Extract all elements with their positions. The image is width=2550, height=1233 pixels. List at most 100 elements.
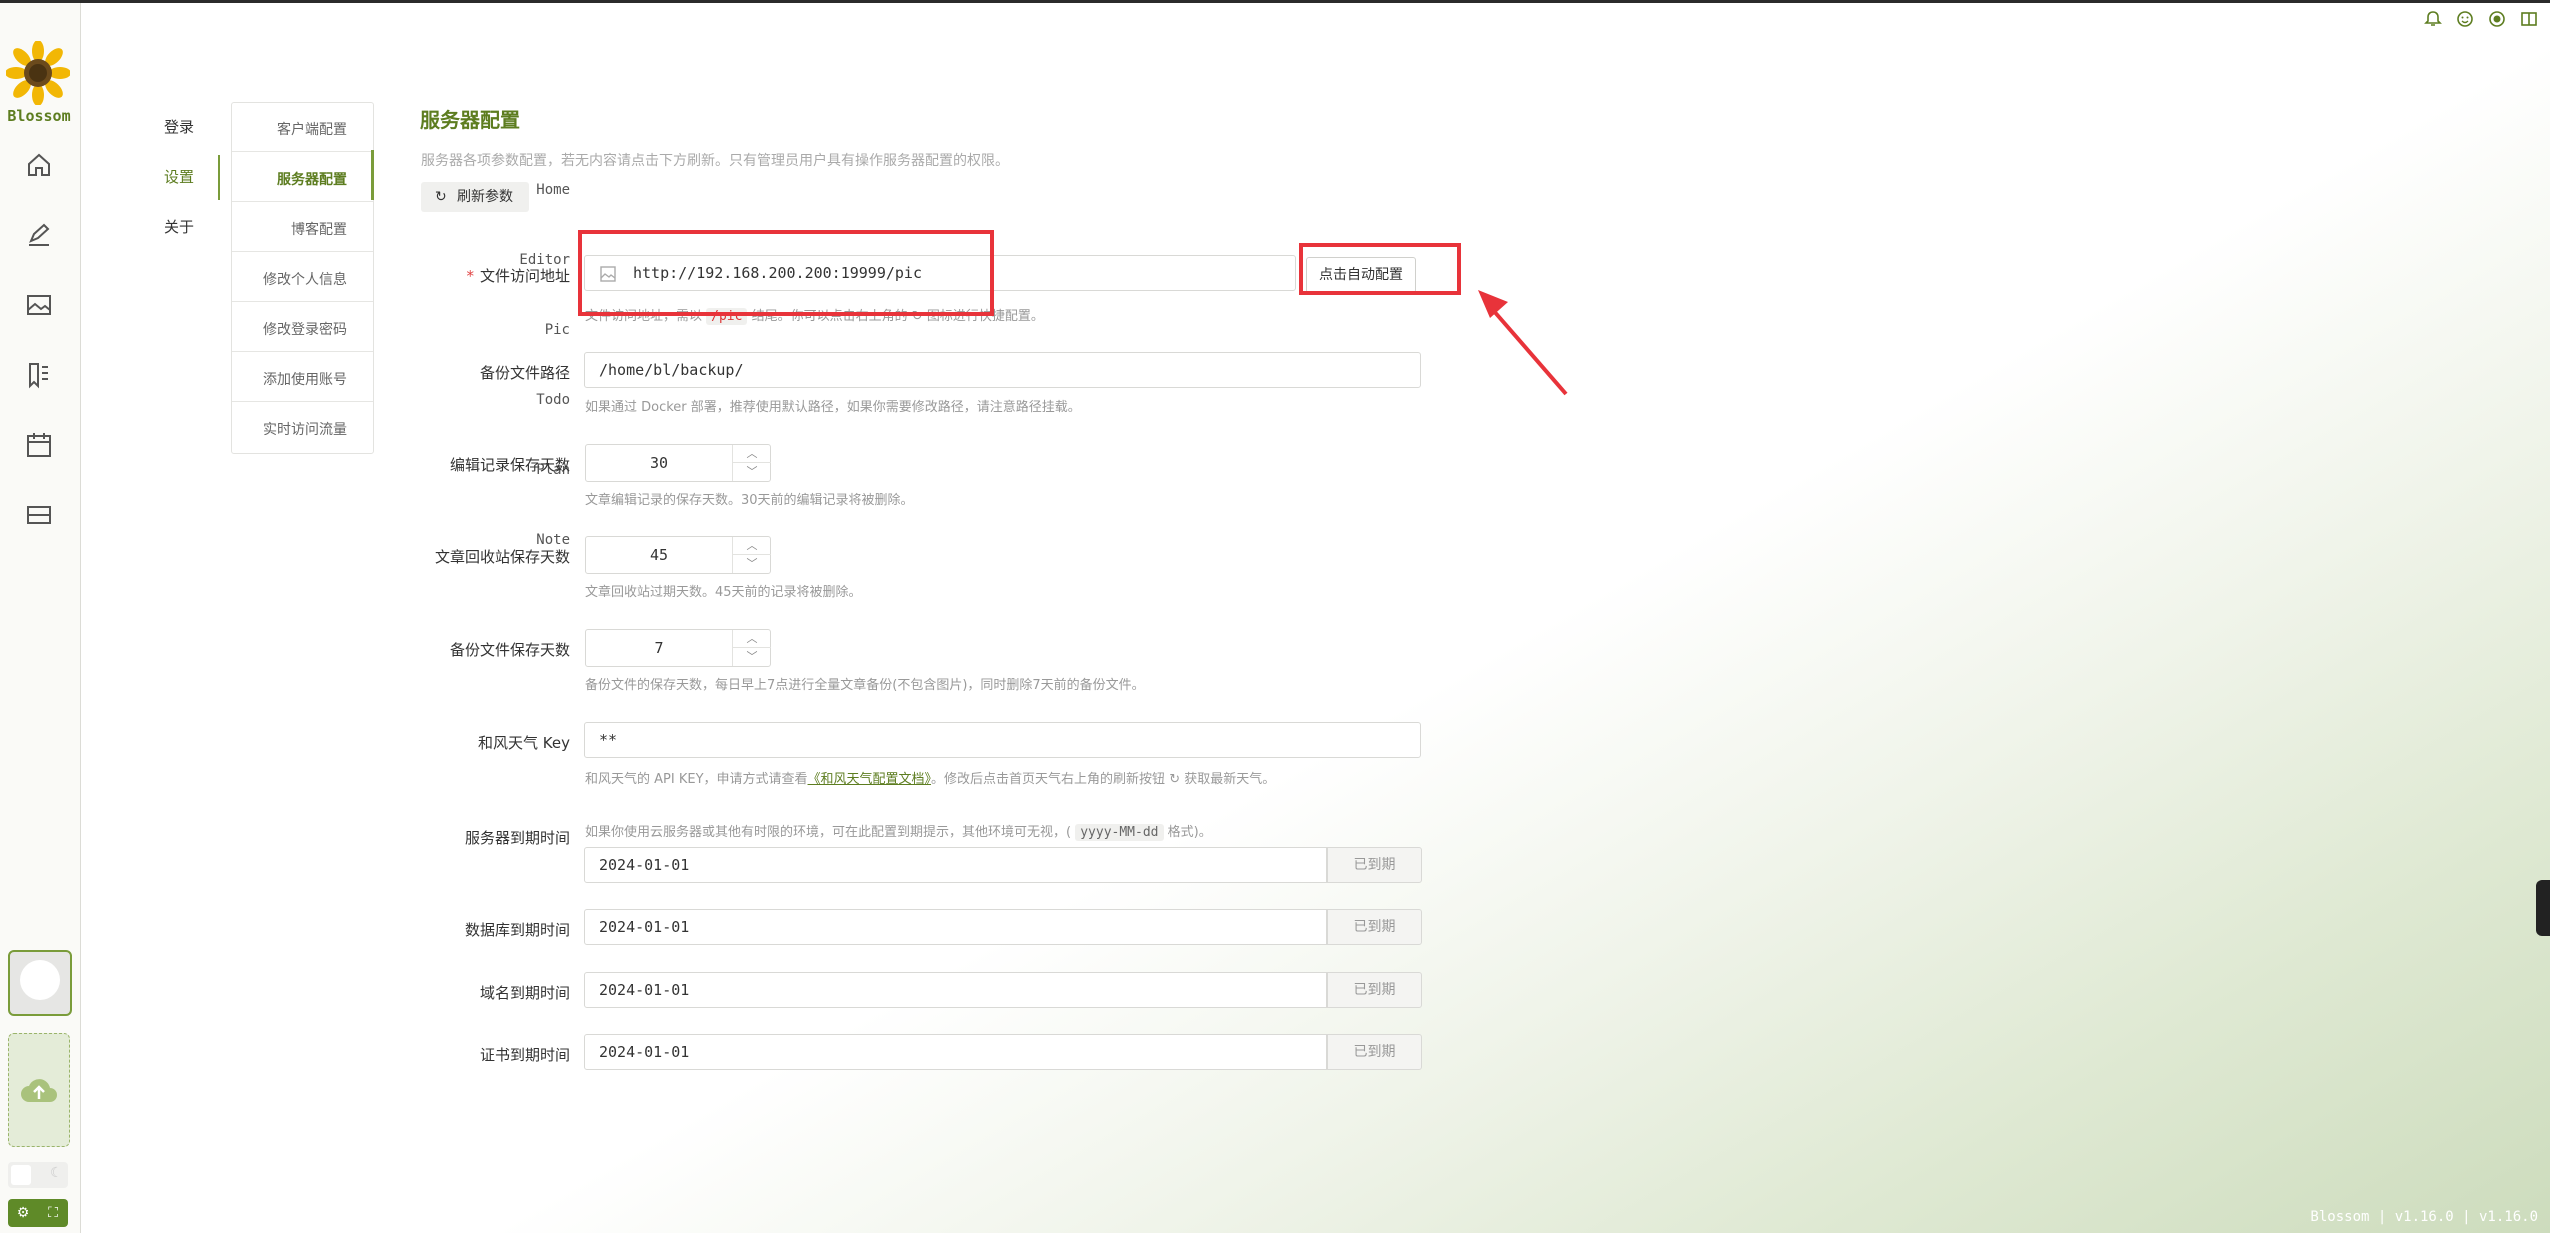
menu2-divider — [232, 351, 373, 352]
menu2-realtime-traffic[interactable]: 实时访问流量 — [263, 419, 347, 439]
backup-days-value: 7 — [654, 639, 664, 657]
server-expire-hint-a: 如果你使用云服务器或其他有时限的环境，可在此配置到期提示，其他环境可无视，( — [585, 825, 1072, 840]
cert-expire-status: 已到期 — [1327, 1034, 1422, 1070]
menu2-edit-profile[interactable]: 修改个人信息 — [263, 269, 347, 289]
weather-key-hint-b: 。修改后点击首页天气右上角的刷新按钮 — [931, 772, 1166, 787]
menu2-divider — [232, 301, 373, 302]
crop-icon[interactable]: ⛶ — [38, 1199, 68, 1227]
server-expire-hint: 如果你使用云服务器或其他有时限的环境，可在此配置到期提示，其他环境可无视，( y… — [585, 821, 1212, 841]
db-expire-input[interactable]: 2024-01-01 — [584, 909, 1327, 945]
stepper-arrows: ︿ ﹀ — [732, 630, 771, 666]
theme-toggle[interactable]: ☾ — [8, 1162, 68, 1188]
menu2-divider — [232, 151, 373, 152]
refresh-params-label: 刷新参数 — [457, 189, 513, 205]
settings-secondary-menu: 客户端配置 服务器配置 博客配置 修改个人信息 修改登录密码 添加使用账号 实时… — [231, 102, 374, 454]
page-description: 服务器各项参数配置，若无内容请点击下方刷新。只有管理员用户具有操作服务器配置的权… — [421, 153, 1009, 169]
record-icon[interactable] — [2488, 10, 2506, 28]
brand-name: Blossom — [7, 107, 71, 125]
weather-key-hint: 和风天气的 API KEY，申请方式请查看《和风天气配置文档》。修改后点击首页天… — [585, 768, 1275, 787]
menu2-divider — [232, 251, 373, 252]
weather-doc-link[interactable]: 《和风天气配置文档》 — [808, 772, 932, 787]
menu2-server-config[interactable]: 服务器配置 — [277, 169, 347, 189]
menu1-login[interactable]: 登录 — [164, 116, 194, 137]
recycle-days-stepper[interactable]: 45 ︿ ﹀ — [585, 536, 771, 574]
menu1-about[interactable]: 关于 — [164, 216, 194, 237]
domain-expire-input[interactable]: 2024-01-01 — [584, 972, 1327, 1008]
nav-pic[interactable]: Pic — [0, 291, 570, 338]
nav-editor[interactable]: Editor — [0, 221, 570, 268]
server-expire-status: 已到期 — [1327, 847, 1422, 883]
stepper-arrows: ︿ ﹀ — [732, 445, 771, 481]
cloud-upload-icon — [21, 1079, 57, 1102]
editor-icon — [29, 223, 50, 246]
required-marker: * — [466, 267, 474, 285]
smile-icon[interactable] — [2456, 10, 2474, 28]
book-icon[interactable] — [2520, 10, 2538, 28]
menu2-change-password[interactable]: 修改登录密码 — [263, 319, 347, 339]
increment-icon[interactable]: ︿ — [733, 537, 771, 555]
annotation-arrow-icon — [1478, 290, 1568, 396]
decrement-icon[interactable]: ﹀ — [733, 555, 771, 573]
file-url-label-text: 文件访问地址 — [479, 267, 570, 285]
backup-path-hint: 如果通过 Docker 部署，推荐使用默认路径，如果你需要修改路径，请注意路径挂… — [585, 400, 1081, 415]
stepper-arrows: ︿ ﹀ — [732, 537, 771, 573]
side-drawer-handle[interactable] — [2536, 880, 2550, 936]
increment-icon[interactable]: ︿ — [733, 445, 771, 463]
menu2-divider — [232, 401, 373, 402]
increment-icon[interactable]: ︿ — [733, 630, 771, 648]
recycle-days-hint: 文章回收站过期天数。45天前的记录将被删除。 — [585, 585, 862, 600]
todo-icon — [29, 363, 48, 389]
refresh-icon: ↻ — [435, 189, 447, 205]
db-expire-label: 数据库到期时间 — [464, 921, 570, 939]
backup-path-label: 备份文件路径 — [479, 364, 570, 382]
upload-dropzone[interactable] — [8, 1033, 70, 1147]
weather-key-hint-c: 获取最新天气。 — [1184, 772, 1276, 787]
decrement-icon[interactable]: ﹀ — [733, 463, 771, 481]
recycle-days-value: 45 — [649, 546, 669, 564]
menu2-blog-config[interactable]: 博客配置 — [291, 219, 347, 239]
file-url-label: * 文件访问地址 — [420, 265, 570, 286]
decrement-icon[interactable]: ﹀ — [733, 648, 771, 666]
left-navigation-rail: Blossom Home Editor Pic Todo Plan Note ☾… — [0, 3, 570, 1233]
refresh-params-button[interactable]: ↻ 刷新参数 — [421, 182, 529, 212]
rail-bottom-buttons: ⚙ ⛶ — [8, 1199, 68, 1227]
weather-key-hint-a: 和风天气的 API KEY，申请方式请查看 — [585, 772, 808, 787]
domain-expire-label: 域名到期时间 — [479, 984, 570, 1002]
bell-icon[interactable] — [2424, 10, 2442, 28]
cert-expire-input[interactable]: 2024-01-01 — [584, 1034, 1327, 1070]
menu2-client-config[interactable]: 客户端配置 — [277, 119, 347, 139]
annotation-box-url — [578, 230, 994, 316]
toggle-knob — [11, 1165, 31, 1185]
nav-home[interactable]: Home — [0, 151, 570, 198]
home-icon — [28, 153, 50, 176]
server-expire-label: 服务器到期时间 — [464, 829, 570, 847]
backup-path-input[interactable]: /home/bl/backup/ — [584, 352, 1421, 388]
window-top-border — [0, 0, 2550, 3]
weather-key-input[interactable]: ** — [584, 722, 1421, 758]
db-expire-status: 已到期 — [1327, 909, 1422, 945]
menu2-divider — [232, 201, 373, 202]
nav-note[interactable]: Note — [0, 501, 570, 548]
version-footer: Blossom | v1.16.0 | v1.16.0 — [2310, 1209, 2538, 1225]
nav-pic-label: Pic — [544, 322, 570, 338]
backup-days-label: 备份文件保存天数 — [449, 641, 570, 659]
nav-todo[interactable]: Todo — [0, 361, 570, 408]
cert-expire-label: 证书到期时间 — [479, 1046, 570, 1064]
picture-icon — [27, 295, 51, 315]
weather-key-label: 和风天气 Key — [478, 734, 570, 752]
server-expire-input[interactable]: 2024-01-01 — [584, 847, 1327, 883]
sunflower-logo-icon — [5, 40, 71, 106]
calendar-icon — [27, 433, 51, 457]
note-icon — [27, 506, 51, 524]
settings-icon[interactable]: ⚙ — [8, 1199, 38, 1227]
user-avatar[interactable] — [8, 950, 72, 1016]
nav-plan[interactable]: Plan — [0, 431, 570, 478]
menu1-settings[interactable]: 设置 — [164, 166, 194, 187]
top-right-toolbar — [2424, 10, 2538, 28]
refresh-hint-icon: ↻ — [1169, 772, 1181, 787]
menu1-active-indicator — [218, 155, 220, 200]
edit-days-stepper[interactable]: 30 ︿ ﹀ — [585, 444, 771, 482]
backup-days-stepper[interactable]: 7 ︿ ﹀ — [585, 629, 771, 667]
menu2-add-account[interactable]: 添加使用账号 — [263, 369, 347, 389]
annotation-box-button — [1299, 243, 1461, 295]
